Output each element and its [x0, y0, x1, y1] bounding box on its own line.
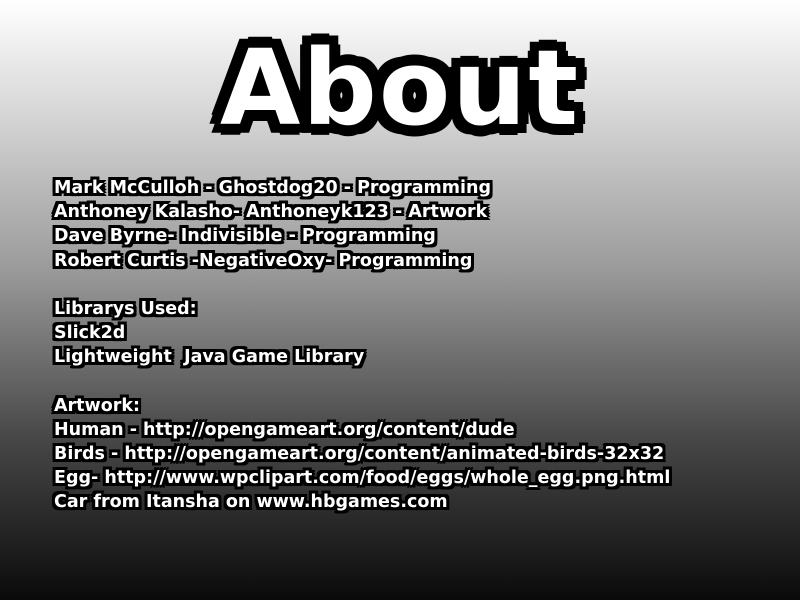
library-item-1: Slick2d [54, 323, 126, 344]
artwork-item-car: Car from Itansha on www.hbgames.com [54, 492, 448, 513]
libraries-heading: Librarys Used: [54, 298, 197, 319]
credit-developer-3: Dave Byrne- Indivisible - Programming [54, 226, 436, 247]
credits-block: Mark McCulloh - Ghostdog20 - Programming… [54, 176, 774, 515]
artwork-item-birds: Birds - http://opengameart.org/content/a… [54, 444, 665, 465]
page-title: About [218, 26, 581, 150]
credit-developer-2: Anthoney Kalasho- Anthoneyk123 - Artwork [54, 202, 488, 223]
about-screen: About Mark McCulloh - Ghostdog20 - Progr… [0, 0, 800, 600]
library-item-2: Lightweight Java Game Library [54, 347, 365, 368]
artwork-item-human: Human - http://opengameart.org/content/d… [54, 419, 515, 440]
credit-developer-1: Mark McCulloh - Ghostdog20 - Programming [54, 178, 492, 198]
artwork-heading: Artwork: [54, 395, 140, 416]
credit-developer-4: Robert Curtis -NegativeOxy- Programming [54, 250, 473, 271]
artwork-item-egg: Egg- http://www.wpclipart.com/food/eggs/… [54, 468, 671, 489]
